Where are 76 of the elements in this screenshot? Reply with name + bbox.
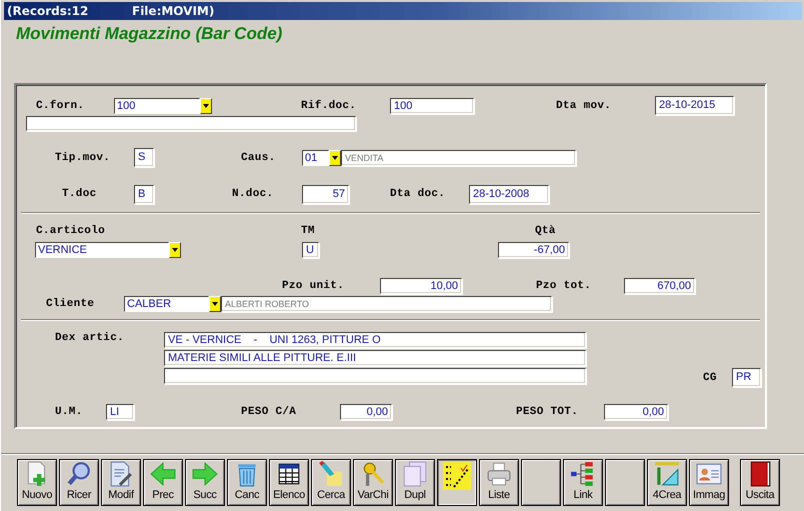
record-count: (Records:12 [6,4,90,18]
field-label: C.articolo [36,225,106,237]
field-label: PESO TOT. [516,406,580,418]
input-field[interactable]: LI [106,404,134,420]
date-field[interactable]: 28-10-2008 [469,184,549,204]
printer-icon [486,461,512,487]
toolbar-button[interactable]: Elenco [269,459,309,506]
field-label: CG [703,372,718,384]
blank-toolbar-button[interactable] [605,459,645,506]
toolbar-button[interactable]: Uscita [740,459,780,506]
field-label: Qtà [535,225,557,237]
input-field[interactable]: PR [732,368,761,386]
description-line-field[interactable] [164,368,586,384]
toolbar-button[interactable]: Liste [479,459,519,506]
form-title: Movimenti Magazzino (Bar Code) [16,24,284,44]
field-label: Dta mov. [556,100,612,112]
input-field[interactable]: 100 [390,98,474,114]
date-field[interactable]: 28-10-2015 [655,96,734,115]
blank-toolbar-button[interactable] [437,459,477,506]
toolbar-button[interactable]: Dupl [395,459,435,506]
weight-field[interactable]: 0,00 [340,404,392,420]
dropdown-icon[interactable] [169,242,181,258]
toolbar-button[interactable]: Prec [143,459,183,506]
left-arrow-icon [150,461,176,487]
copy-icon [402,461,428,487]
field-label: Cliente [46,298,96,310]
toolbar-button[interactable]: Canc [227,459,267,506]
input-field[interactable]: S [134,148,154,167]
right-arrow-icon [192,461,218,487]
field-label: C.forn. [36,100,86,112]
input-field[interactable]: 57 [302,184,349,204]
price-field[interactable]: 10,00 [380,278,462,294]
description-line-field[interactable]: MATERIE SIMILI ALLE PITTURE. E.III [164,350,586,366]
toolbar-button[interactable]: Modif [101,459,141,506]
field-label: Pzo unit. [282,280,346,292]
description-line-field[interactable]: VE - VERNICE - UNI 1263, PITTURE O [164,332,586,348]
price-field[interactable]: 670,00 [624,278,695,294]
field-label: U.M. [55,406,84,418]
highlighter-icon [318,461,344,487]
description-field: ALBERTI ROBERTO [221,296,552,312]
weight-field[interactable]: 0,00 [604,404,668,420]
table-icon [276,461,302,487]
toolbar-button[interactable]: Succ [185,459,225,506]
dropdown-icon[interactable] [209,296,221,312]
file-name: File:MOVIM) [132,4,214,18]
field-label: TM [301,225,316,237]
toolbar-button[interactable]: VarChi [353,459,393,506]
field-label: T.doc [62,188,98,200]
field-label: Dta doc. [390,188,446,200]
toolbar-button[interactable]: Link [563,459,603,506]
input-field[interactable] [26,116,356,131]
drafting-tools-icon [654,461,680,487]
toolbar-button[interactable]: Ricer [59,459,99,506]
toolbar-button[interactable]: Immag [689,459,729,506]
input-field[interactable]: U [302,242,319,258]
description-field: VENDITA [341,150,576,166]
toolbar-button[interactable]: 4Crea [647,459,687,506]
dropdown-icon[interactable] [200,98,212,114]
input-field[interactable]: B [134,184,154,204]
contact-card-icon [696,461,722,487]
field-label: Pzo tot. [536,280,592,292]
toolbar-button[interactable]: Cerca [311,459,351,506]
checklist-icon [443,462,471,490]
edit-document-icon [108,461,134,487]
field-label: Tip.mov. [55,152,112,164]
field-label: PESO C/A [241,406,298,418]
field-label: N.doc. [232,188,274,200]
blank-toolbar-button[interactable] [521,459,561,506]
dropdown-icon[interactable] [329,150,341,166]
field-label: Dex artic. [55,332,126,344]
hierarchy-icon [570,461,596,487]
search-icon [66,461,92,487]
field-label: Rif.doc. [301,100,358,112]
field-label: Caus. [241,152,277,164]
quantity-field[interactable]: -67,00 [498,242,569,258]
toolbar-button[interactable]: Nuovo [17,459,57,506]
